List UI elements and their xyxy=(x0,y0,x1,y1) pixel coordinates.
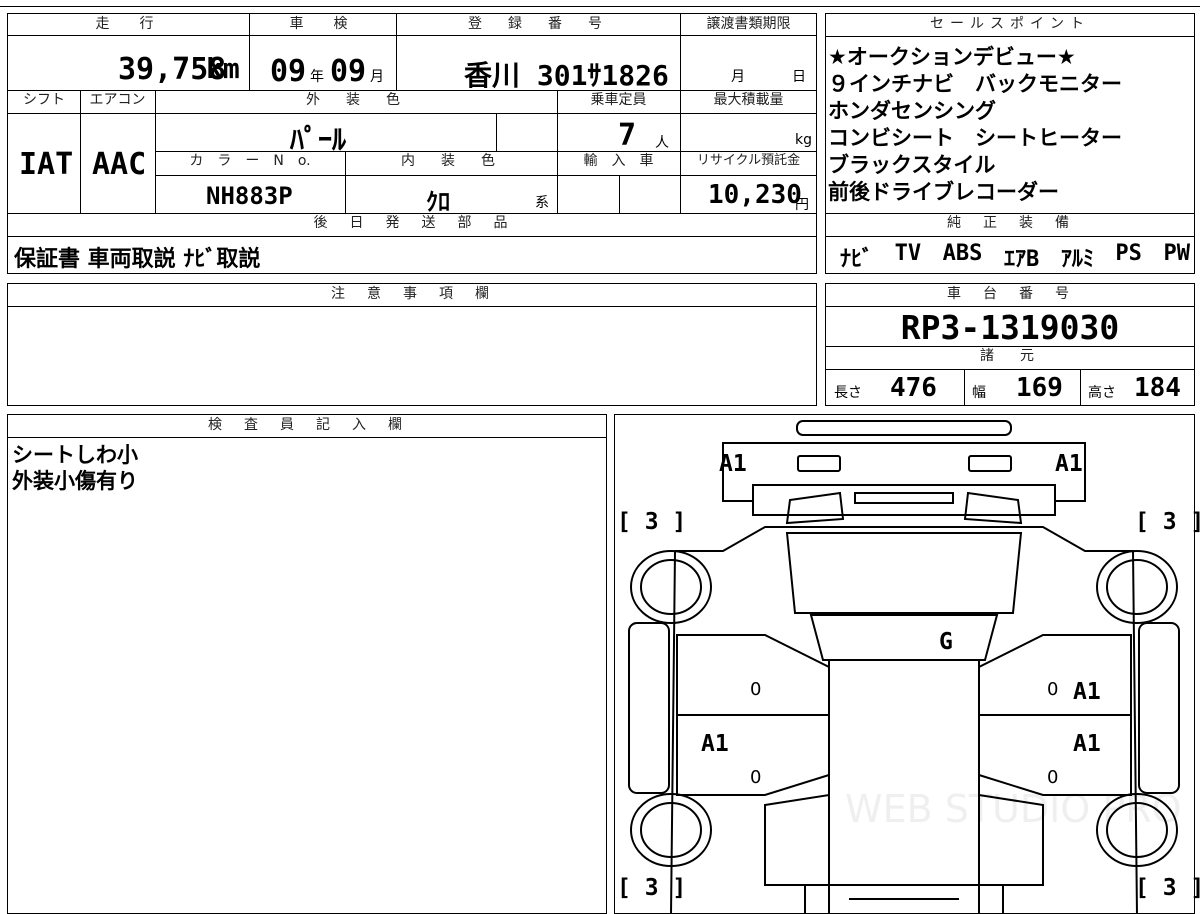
inspector-notes: シートしわ小 外装小傷有り xyxy=(12,442,138,494)
shift-header: シフト xyxy=(23,92,65,108)
sales-point-item: ９インチナビ バックモニター xyxy=(828,72,1122,96)
recycle-value: 10,230 xyxy=(708,180,802,210)
exterior-color-header: 外 装 色 xyxy=(306,92,406,108)
genuine-equipment-header: 純 正 装 備 xyxy=(947,215,1073,231)
registration-number: 香川 301ｻ1826 xyxy=(464,59,669,92)
equipment-item: ｴｱB xyxy=(1004,247,1040,272)
genuine-equipment-list: ﾅﾋﾞ TV ABS ｴｱB ｱﾙﾐ PS PW xyxy=(840,241,1190,273)
transfer-deadline-header: 譲渡書類期限 xyxy=(706,16,791,32)
mark-windshield: G xyxy=(939,629,953,655)
main-info-table: 走 行 車 検 登 録 番 号 譲渡書類期限 39,758 km 09 年 09… xyxy=(7,13,817,274)
car-diagram-panel: WEB STUDIO PRO A1 A1 [ 3 ] [ 3 ] G A1 A1… xyxy=(614,414,1200,914)
aircon-value: AAC xyxy=(92,147,147,182)
chassis-number: RP3-1319030 xyxy=(900,308,1120,347)
inspection-month: 09 xyxy=(330,54,367,89)
deadline-month-unit: 月 xyxy=(731,69,745,85)
door-mark-rf: 0 xyxy=(1047,679,1059,700)
width-value: 169 xyxy=(1016,373,1063,403)
shift-value: IAT xyxy=(19,147,74,182)
length-value: 476 xyxy=(890,373,937,403)
height-value: 184 xyxy=(1134,373,1181,403)
car-diagram xyxy=(628,420,1180,913)
mark-front-left: A1 xyxy=(719,451,747,477)
sales-points-list: ★オークションデビュー★ ９インチナビ バックモニター ホンダセンシングコンビシート… xyxy=(828,44,1192,206)
mark-tire-front-left: [ 3 ] xyxy=(617,509,687,535)
interior-color-suffix: 系 xyxy=(535,195,549,211)
color-no-value: NH883P xyxy=(206,182,293,210)
top-cutoff-strip xyxy=(0,0,1200,7)
length-label: 長さ xyxy=(834,385,862,401)
mark-right-front-door: A1 xyxy=(1073,679,1101,705)
mark-front-right: A1 xyxy=(1055,451,1083,477)
mark-right-rear-door: A1 xyxy=(1073,731,1101,757)
max-load-header: 最大積載量 xyxy=(713,92,784,108)
mark-left-rear-door: A1 xyxy=(701,731,729,757)
capacity-header: 乗車定員 xyxy=(590,92,647,108)
inspection-month-unit: 月 xyxy=(370,69,384,85)
later-parts-header: 後 日 発 送 部 品 xyxy=(313,215,512,231)
sales-points-panel: セールスポイント ★オークションデビュー★ ９インチナビ バックモニター ホンダセン… xyxy=(825,13,1195,274)
mileage-unit: km xyxy=(206,52,240,85)
mileage-header: 走 行 xyxy=(95,16,162,32)
registration-header: 登 録 番 号 xyxy=(468,16,608,32)
door-mark-lr: 0 xyxy=(750,767,762,788)
notes-panel: 注 意 事 項 欄 xyxy=(7,283,817,406)
equipment-item: ABS xyxy=(942,241,983,266)
recycle-header: リサイクル預託金 xyxy=(696,153,801,168)
equipment-item: TV xyxy=(894,241,922,266)
max-load-unit: kg xyxy=(795,132,812,148)
sales-point-item: ホンダセンシング xyxy=(828,99,996,123)
deadline-day-unit: 日 xyxy=(792,69,806,85)
sales-point-item: コンビシート シートヒーター xyxy=(828,126,1122,150)
equipment-item: ﾅﾋﾞ xyxy=(840,247,874,272)
notes-header: 注 意 事 項 欄 xyxy=(331,286,493,302)
inspection-header: 車 検 xyxy=(289,16,356,32)
equipment-item: ｱﾙﾐ xyxy=(1060,247,1094,272)
width-label: 幅 xyxy=(972,385,986,401)
capacity-unit: 人 xyxy=(655,135,669,151)
sales-point-item: 前後ドライブレコーダー xyxy=(828,180,1059,204)
capacity-value: 7 xyxy=(618,118,637,153)
mark-tire-rear-right: [ 3 ] xyxy=(1135,875,1200,901)
equipment-item: PW xyxy=(1163,241,1191,266)
door-mark-rr: 0 xyxy=(1047,767,1059,788)
chassis-header: 車 台 番 号 xyxy=(947,286,1073,302)
sales-points-header: セールスポイント xyxy=(930,16,1090,32)
inspection-year-unit: 年 xyxy=(310,69,324,85)
inspection-year: 09 xyxy=(270,54,307,89)
chassis-panel: 車 台 番 号 RP3-1319030 諸 元 長さ 476 幅 169 高さ … xyxy=(825,283,1195,406)
later-parts-value: 保証書 車両取説 ﾅﾋﾞ取説 xyxy=(14,247,261,272)
sales-point-item: ブラックスタイル xyxy=(828,153,996,177)
mark-tire-rear-left: [ 3 ] xyxy=(617,875,687,901)
import-header: 輸 入 車 xyxy=(583,153,654,169)
sales-point-item: ★オークションデビュー★ xyxy=(828,45,1076,69)
inspector-header: 検 査 員 記 入 欄 xyxy=(208,417,406,433)
equipment-item: PS xyxy=(1115,241,1142,266)
recycle-unit: 円 xyxy=(795,197,809,213)
inspector-note-line: 外装小傷有り xyxy=(12,469,138,493)
interior-color-header: 内 装 色 xyxy=(401,153,501,169)
mark-tire-front-right: [ 3 ] xyxy=(1135,509,1200,535)
interior-color-value: ｸﾛ xyxy=(426,188,450,216)
specs-header: 諸 元 xyxy=(980,348,1040,364)
color-no-header: カ ラ ー N o. xyxy=(189,153,311,169)
inspector-panel: 検 査 員 記 入 欄 シートしわ小 外装小傷有り xyxy=(7,414,607,914)
height-label: 高さ xyxy=(1088,385,1116,401)
inspector-note-line: シートしわ小 xyxy=(12,443,138,467)
aircon-header: エアコン xyxy=(89,92,146,108)
diagram-watermark: WEB STUDIO PRO xyxy=(845,787,1182,831)
door-mark-lf: 0 xyxy=(750,679,762,700)
